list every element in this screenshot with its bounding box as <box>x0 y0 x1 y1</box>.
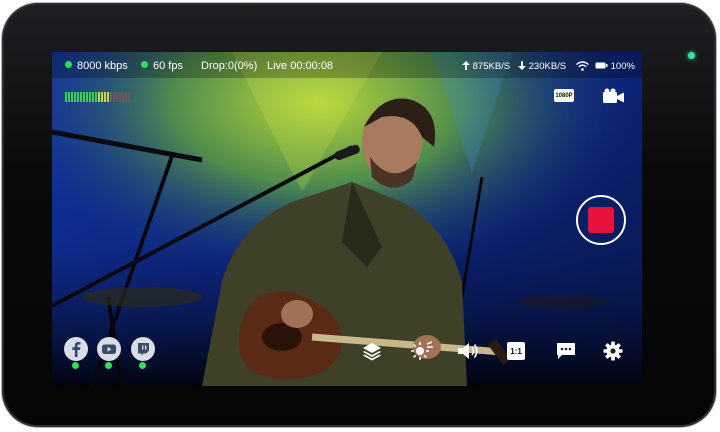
audio-level-meter <box>65 92 130 102</box>
audio-meter-segment <box>86 92 88 102</box>
youtube-button[interactable] <box>96 336 122 362</box>
download-arrow-icon <box>518 61 526 70</box>
audio-button[interactable] <box>456 340 480 362</box>
battery-percent-text: 100% <box>610 61 635 72</box>
gear-icon <box>603 341 623 361</box>
aspect-ratio-button[interactable]: 1:1 <box>504 340 528 362</box>
fps-indicator: 60 fps <box>141 60 183 72</box>
layers-icon <box>363 343 381 361</box>
bitrate-indicator: 8000 kbps <box>65 60 128 72</box>
audio-meter-segment <box>98 92 100 102</box>
audio-meter-segment <box>113 92 115 102</box>
download-speed-text: 230KB/S <box>528 61 567 72</box>
audio-meter-segment <box>92 92 94 102</box>
audio-meter-segment <box>125 92 127 102</box>
audio-meter-segment <box>95 92 97 102</box>
audio-meter-segment <box>77 92 79 102</box>
resolution-badge: 1080P <box>554 89 574 102</box>
status-bar: 8000 kbps 60 fps Drop:0(0%) Live 00:00:0… <box>52 58 642 76</box>
twitch-status-dot <box>139 362 146 369</box>
download-speed: 230KB/S <box>518 61 566 72</box>
facebook-icon <box>64 337 88 361</box>
facebook-button[interactable] <box>63 336 89 362</box>
camera-indicator-light <box>688 52 695 59</box>
audio-meter-segment <box>65 92 67 102</box>
video-camera-icon <box>603 88 624 103</box>
twitch-button[interactable] <box>130 336 156 362</box>
record-stop-square <box>588 207 614 233</box>
audio-meter-segment <box>122 92 124 102</box>
audio-meter-segment <box>128 92 130 102</box>
image-adjust-button[interactable] <box>410 340 434 362</box>
aspect-ratio-icon: 1:1 <box>507 342 525 360</box>
live-preview-screen[interactable]: 8000 kbps 60 fps Drop:0(0%) Live 00:00:0… <box>52 52 642 386</box>
settings-button[interactable] <box>601 340 625 362</box>
fps-status-dot <box>141 61 148 68</box>
record-button[interactable] <box>576 195 626 245</box>
audio-meter-segment <box>110 92 112 102</box>
bitrate-status-dot <box>65 61 72 68</box>
audio-meter-segment <box>74 92 76 102</box>
youtube-icon <box>97 337 121 361</box>
wifi-icon <box>576 61 589 74</box>
audio-meter-segment <box>107 92 109 102</box>
upload-speed: 875KB/S <box>462 61 510 72</box>
twitch-icon <box>131 337 155 361</box>
facebook-status-dot <box>72 362 79 369</box>
upload-arrow-icon <box>462 61 470 70</box>
speaker-icon <box>458 343 478 359</box>
audio-meter-segment <box>71 92 73 102</box>
layers-button[interactable] <box>360 340 384 362</box>
aspect-ratio-label: 1:1 <box>510 346 522 356</box>
audio-meter-segment <box>83 92 85 102</box>
audio-meter-segment <box>104 92 106 102</box>
camera-switch-button[interactable] <box>603 88 625 109</box>
audio-meter-segment <box>68 92 70 102</box>
comments-button[interactable] <box>554 340 578 362</box>
chat-icon <box>557 342 575 359</box>
audio-meter-segment <box>119 92 121 102</box>
audio-meter-segment <box>89 92 91 102</box>
upload-speed-text: 875KB/S <box>472 61 511 72</box>
fps-text: 60 fps <box>153 60 183 72</box>
image-adjust-icon <box>411 341 433 360</box>
audio-meter-segment <box>80 92 82 102</box>
battery-icon <box>595 62 608 69</box>
resolution-button[interactable]: 1080P <box>554 89 574 102</box>
audio-meter-segment <box>116 92 118 102</box>
bitrate-text: 8000 kbps <box>77 60 128 72</box>
audio-meter-segment <box>101 92 103 102</box>
drop-frames-text: Drop:0(0%) <box>201 60 258 72</box>
battery-indicator: 100% <box>595 61 635 72</box>
youtube-status-dot <box>105 362 112 369</box>
live-timer-text: Live 00:00:08 <box>267 60 334 72</box>
